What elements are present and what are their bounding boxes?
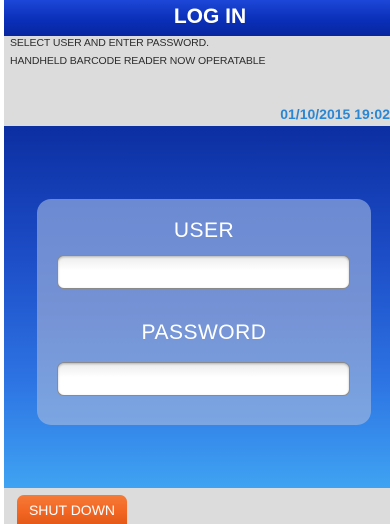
password-label: PASSWORD	[141, 321, 267, 344]
user-label: USER	[173, 219, 235, 242]
shut-down-button[interactable]: SHUT DOWN	[17, 495, 127, 524]
info-panel: SELECT USER AND ENTER PASSWORD. HANDHELD…	[4, 36, 390, 126]
title-bar: LOG IN	[4, 0, 390, 36]
instruction-text: SELECT USER AND ENTER PASSWORD.	[10, 37, 209, 49]
datetime-display: 01/10/2015 19:02	[280, 106, 390, 122]
login-screen: LOG IN SELECT USER AND ENTER PASSWORD. H…	[4, 0, 390, 524]
user-input[interactable]	[57, 255, 350, 289]
main-area: USER PASSWORD	[4, 126, 390, 488]
bottom-bar: SHUT DOWN	[4, 488, 390, 524]
barcode-status-text: HANDHELD BARCODE READER NOW OPERATABLE	[10, 55, 266, 67]
login-card: USER PASSWORD	[37, 199, 371, 425]
page-title: LOG IN	[173, 5, 247, 28]
password-input[interactable]	[57, 362, 350, 396]
